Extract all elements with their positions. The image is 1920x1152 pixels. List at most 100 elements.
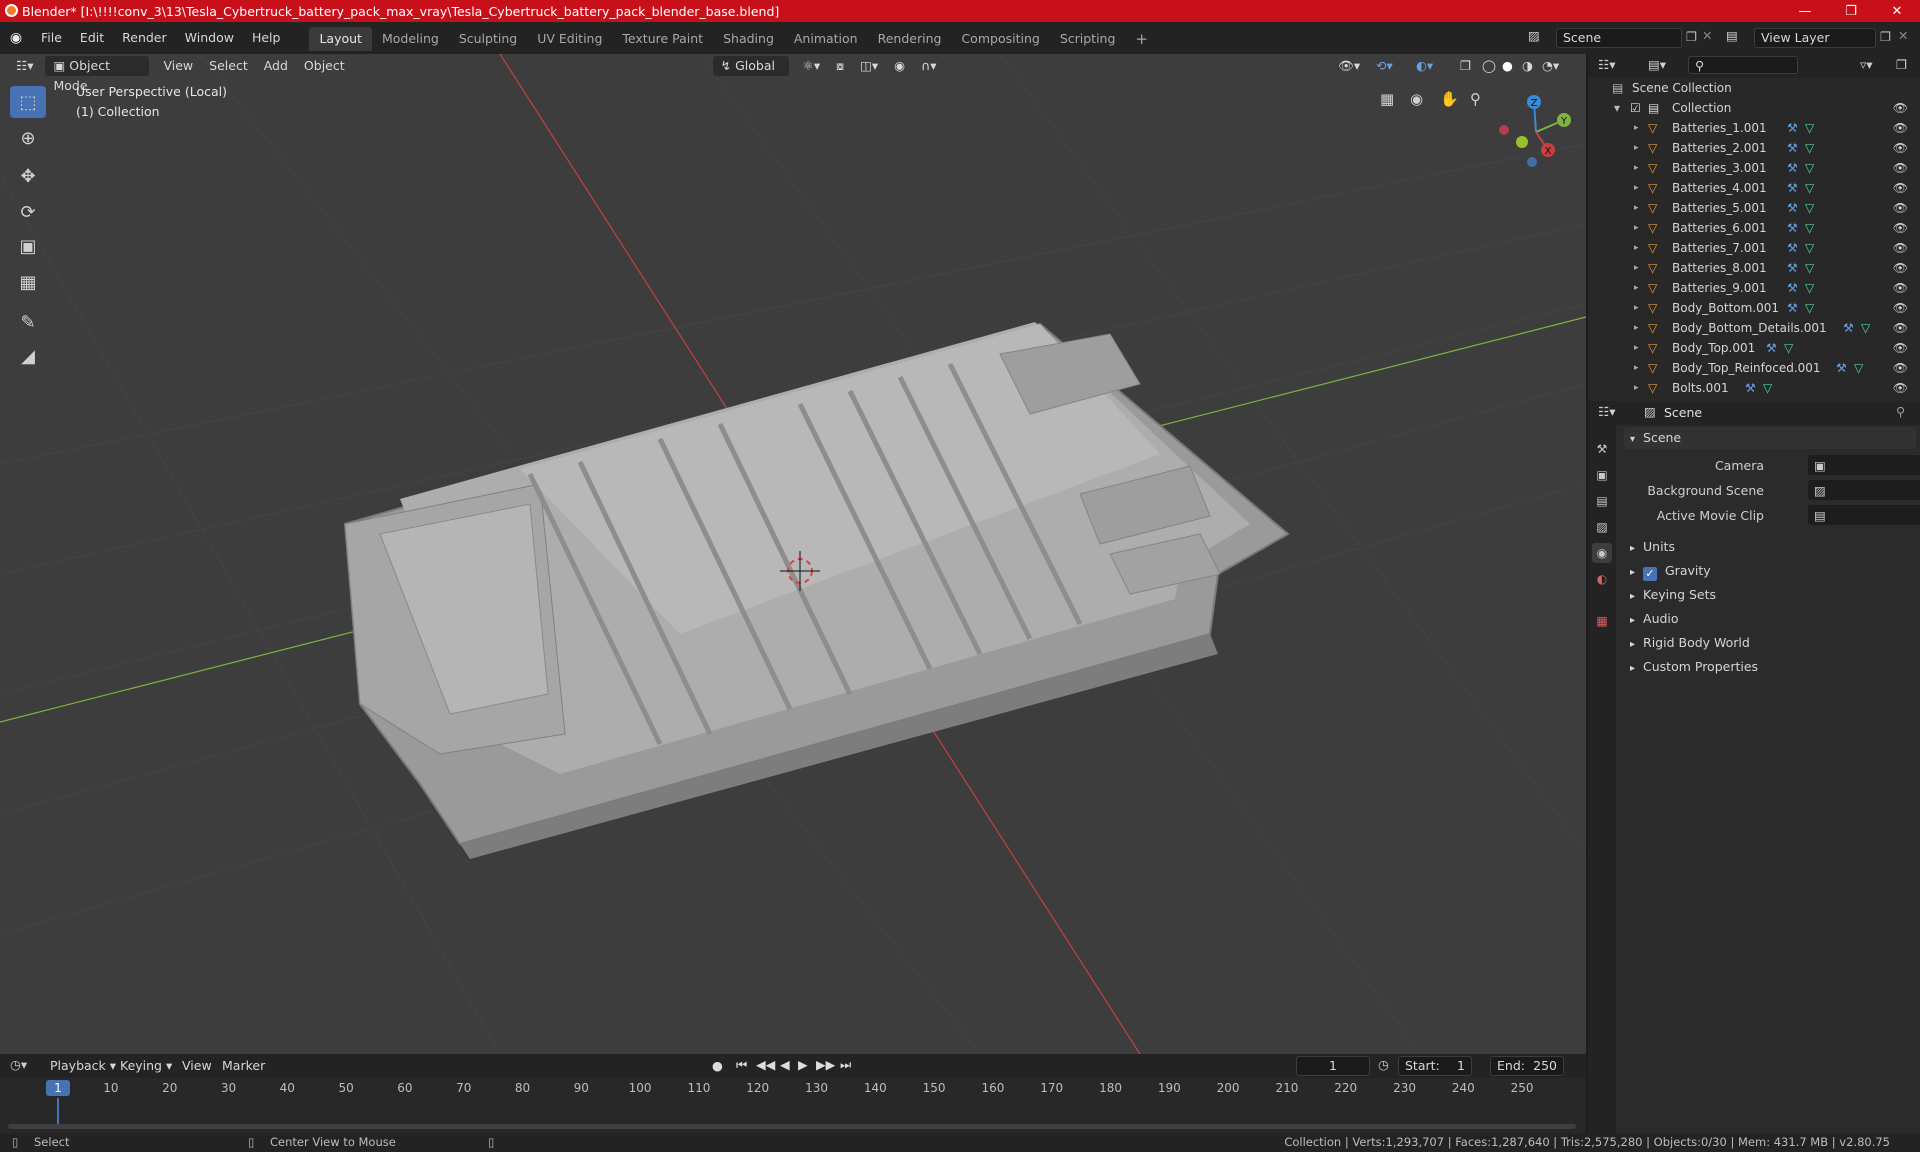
expand-arrow-icon[interactable]: ▸ <box>1634 278 1639 298</box>
menu-edit[interactable]: Edit <box>71 22 113 54</box>
texture-tab-icon[interactable]: ▦ <box>1592 611 1612 631</box>
current-frame-field[interactable]: 1 <box>1296 1056 1370 1076</box>
zoom-view-icon[interactable]: ⚲ <box>1470 90 1481 108</box>
menu-file[interactable]: File <box>32 22 71 54</box>
visibility-eye-icon[interactable]: 👁 <box>1893 118 1908 138</box>
camera-field[interactable]: ▣✎ <box>1808 455 1920 475</box>
visibility-eye-icon[interactable]: 👁 <box>1893 98 1908 118</box>
expand-arrow-icon[interactable]: ▸ <box>1634 338 1639 358</box>
modifier-wrench-icon[interactable]: ⚒ <box>1787 258 1798 278</box>
tab-layout[interactable]: Layout <box>309 27 372 51</box>
viewport-menu-object[interactable]: Object <box>296 55 353 77</box>
display-mode-icon[interactable]: ▤▾ <box>1648 57 1666 72</box>
filter-icon[interactable]: ▿▾ <box>1860 57 1873 72</box>
viewport-menu-add[interactable]: Add <box>256 55 296 77</box>
jump-start-icon[interactable]: ⏮ <box>736 1057 747 1073</box>
outliner-search-input[interactable]: ⚲ <box>1688 56 1798 74</box>
prev-keyframe-icon[interactable]: ◀◀ <box>756 1057 775 1072</box>
modifier-wrench-icon[interactable]: ⚒ <box>1787 138 1798 158</box>
visibility-icon[interactable]: 👁▾ <box>1330 55 1368 77</box>
tab-uv-editing[interactable]: UV Editing <box>527 27 612 51</box>
scene-field[interactable]: Scene <box>1556 28 1682 48</box>
expand-arrow-icon[interactable]: ▸ <box>1634 158 1639 178</box>
snap-icon[interactable]: ⧇ <box>828 55 852 77</box>
timeline-scrollbar[interactable] <box>8 1124 1576 1129</box>
cursor-tool-icon[interactable]: ⊕ <box>10 122 46 154</box>
close-icon[interactable]: ✕ <box>1874 0 1920 22</box>
mesh-data-icon[interactable]: ▽ <box>1805 138 1814 158</box>
rendered-shading-icon[interactable]: ◔▾ <box>1534 55 1567 77</box>
outliner-item[interactable]: ▸ ▽ Bolts.001 ⚒ ▽ 👁 <box>1588 378 1920 398</box>
visibility-eye-icon[interactable]: 👁 <box>1893 298 1908 318</box>
timeline-editor-type-icon[interactable]: ◷▾ <box>10 1057 27 1072</box>
record-icon[interactable]: ● <box>712 1058 723 1073</box>
menu-render[interactable]: Render <box>113 22 176 54</box>
active-movie-clip-field[interactable]: ▤ <box>1808 505 1920 525</box>
viewport-menu-view[interactable]: View <box>155 55 201 77</box>
units-panel-header[interactable]: ▸ Units <box>1624 536 1916 558</box>
scene-tab-icon[interactable]: ◉ <box>1592 543 1612 563</box>
play-icon[interactable]: ▶ <box>798 1057 808 1072</box>
collection-row[interactable]: ▾ ☑ ▤ Collection 👁 <box>1588 98 1920 118</box>
expand-arrow-icon[interactable]: ▸ <box>1634 198 1639 218</box>
visibility-eye-icon[interactable]: 👁 <box>1893 218 1908 238</box>
expand-arrow-icon[interactable]: ▸ <box>1634 178 1639 198</box>
expand-arrow-icon[interactable]: ▸ <box>1634 218 1639 238</box>
rotate-tool-icon[interactable]: ⟳ <box>10 196 46 228</box>
expand-arrow-icon[interactable]: ▸ <box>1634 298 1639 318</box>
view-layer-field[interactable]: View Layer <box>1754 28 1876 48</box>
outliner-item[interactable]: ▸ ▽ Batteries_9.001 ⚒ ▽ 👁 <box>1588 278 1920 298</box>
add-workspace-icon[interactable]: + <box>1125 27 1158 51</box>
maximize-icon[interactable]: ❐ <box>1828 0 1874 22</box>
tab-shading[interactable]: Shading <box>713 27 784 51</box>
end-frame-field[interactable]: End: 250 <box>1490 1056 1564 1076</box>
axis-gizmo[interactable]: Z Y X <box>1496 92 1576 172</box>
modifier-wrench-icon[interactable]: ⚒ <box>1836 358 1847 378</box>
editor-type-icon[interactable]: ☷▾ <box>8 55 41 77</box>
outliner-item[interactable]: ▸ ▽ Batteries_7.001 ⚒ ▽ 👁 <box>1588 238 1920 258</box>
output-tab-icon[interactable]: ▤ <box>1592 491 1612 511</box>
properties-editor-type-icon[interactable]: ☷▾ <box>1598 404 1615 419</box>
gravity-panel-header[interactable]: ▸ ✓ Gravity <box>1624 560 1916 582</box>
minimize-icon[interactable]: — <box>1782 0 1828 22</box>
outliner-item[interactable]: ▸ ▽ Batteries_5.001 ⚒ ▽ 👁 <box>1588 198 1920 218</box>
outliner-item[interactable]: ▸ ▽ Body_Top_Reinfoced.001 ⚒ ▽ 👁 <box>1588 358 1920 378</box>
tab-texture-paint[interactable]: Texture Paint <box>612 27 713 51</box>
visibility-eye-icon[interactable]: 👁 <box>1893 258 1908 278</box>
select-box-tool-icon[interactable]: ⬚ <box>10 86 46 118</box>
play-reverse-icon[interactable]: ◀ <box>780 1057 790 1072</box>
measure-tool-icon[interactable]: ◢ <box>10 340 46 372</box>
outliner-item[interactable]: ▸ ▽ Batteries_3.001 ⚒ ▽ 👁 <box>1588 158 1920 178</box>
expand-arrow-icon[interactable]: ▸ <box>1634 238 1639 258</box>
playhead-line[interactable] <box>57 1098 59 1126</box>
modifier-wrench-icon[interactable]: ⚒ <box>1843 318 1854 338</box>
timeline-menu-view[interactable]: View <box>174 1055 220 1077</box>
tab-compositing[interactable]: Compositing <box>951 27 1049 51</box>
outliner-editor-type-icon[interactable]: ☷▾ <box>1598 57 1615 72</box>
outliner-item[interactable]: ▸ ▽ Batteries_8.001 ⚒ ▽ 👁 <box>1588 258 1920 278</box>
viewport-menu-select[interactable]: Select <box>201 55 256 77</box>
scene-selector-icon[interactable]: ▨ <box>1528 28 1540 43</box>
gizmo-icon[interactable]: ⟲▾ <box>1368 55 1401 77</box>
annotate-tool-icon[interactable]: ✎ <box>10 306 46 338</box>
visibility-eye-icon[interactable]: 👁 <box>1893 318 1908 338</box>
mesh-data-icon[interactable]: ▽ <box>1861 318 1870 338</box>
transform-tool-icon[interactable]: ▦ <box>10 266 46 298</box>
timeline-menu-keying[interactable]: Keying ▾ <box>112 1056 180 1076</box>
rigid-body-world-panel-header[interactable]: ▸ Rigid Body World <box>1624 632 1916 654</box>
mesh-data-icon[interactable]: ▽ <box>1805 118 1814 138</box>
render-tab-icon[interactable]: ▣ <box>1592 465 1612 485</box>
visibility-eye-icon[interactable]: 👁 <box>1893 358 1908 378</box>
pin-icon[interactable]: ⚲ <box>1896 404 1905 419</box>
move-tool-icon[interactable]: ✥ <box>10 160 46 192</box>
visibility-eye-icon[interactable]: 👁 <box>1893 198 1908 218</box>
proportional-edit-icon[interactable]: ◉ <box>886 55 913 77</box>
mesh-data-icon[interactable]: ▽ <box>1805 218 1814 238</box>
modifier-wrench-icon[interactable]: ⚒ <box>1787 118 1798 138</box>
new-scene-icon[interactable]: ❐ <box>1686 29 1697 44</box>
menu-window[interactable]: Window <box>176 22 243 54</box>
expand-arrow-icon[interactable]: ▸ <box>1634 318 1639 338</box>
keying-sets-panel-header[interactable]: ▸ Keying Sets <box>1624 584 1916 606</box>
audio-panel-header[interactable]: ▸ Audio <box>1624 608 1916 630</box>
expand-arrow-icon[interactable]: ▸ <box>1634 118 1639 138</box>
